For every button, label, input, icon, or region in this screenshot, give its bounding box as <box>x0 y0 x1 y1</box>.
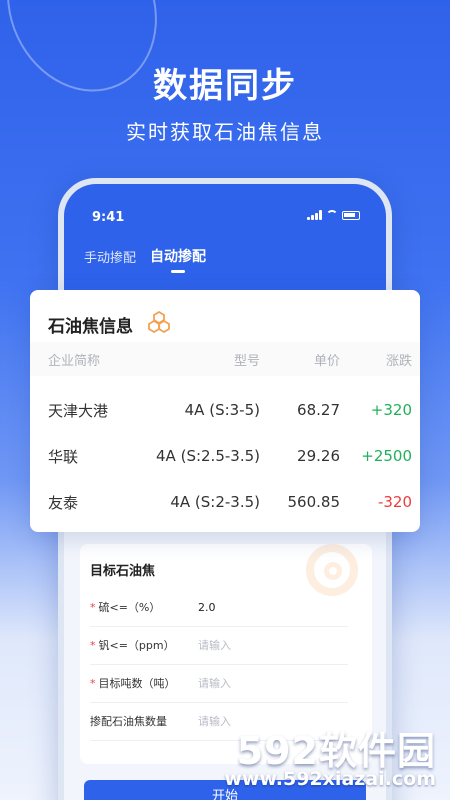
card-title: 石油焦信息 <box>48 317 133 337</box>
petroleum-coke-info-card: 石油焦信息 企业简称 型号 单价 涨跌 天津大港 4A (S:3-5) 68.2… <box>30 290 420 532</box>
company-cell: 友泰 <box>48 493 79 512</box>
table-header: 企业简称 型号 单价 涨跌 <box>30 342 420 376</box>
tab-auto-blend[interactable]: 自动掺配 <box>150 246 206 273</box>
target-tons-label: 目标吨数（吨） <box>98 677 176 690</box>
wifi-icon <box>326 210 338 220</box>
tab-manual-blend[interactable]: 手动掺配 <box>84 247 136 266</box>
change-cell: -320 <box>377 493 412 511</box>
vanadium-label: 钒<=（ppm） <box>98 639 175 652</box>
change-cell: +320 <box>370 401 412 419</box>
form-row-vanadium: * 钒<=（ppm） 请输入 <box>90 626 348 665</box>
required-mark: * <box>90 601 96 614</box>
battery-icon <box>342 210 360 220</box>
vanadium-input[interactable]: 请输入 <box>198 637 231 653</box>
mode-tabs: 手动掺配 自动掺配 <box>84 246 206 273</box>
site-watermark: 592软件园 www.592xiazai.com <box>220 720 440 794</box>
required-mark: * <box>90 677 96 690</box>
company-cell: 天津大港 <box>48 401 109 420</box>
watermark-brand: 592软件园 <box>236 729 436 773</box>
signal-icon <box>307 210 322 220</box>
watermark-url: www.592xiazai.com <box>224 768 436 790</box>
col-header-company: 企业简称 <box>48 353 101 369</box>
required-mark: * <box>90 639 96 652</box>
company-cell: 华联 <box>48 447 79 466</box>
sulfur-label: 硫<=（%） <box>98 601 161 614</box>
sulfur-input[interactable]: 2.0 <box>198 601 216 614</box>
hero-subtitle: 实时获取石油焦信息 <box>126 120 324 144</box>
form-row-target-tons: * 目标吨数（吨） 请输入 <box>90 664 348 703</box>
table-row[interactable]: 天津大港 4A (S:3-5) 68.27 +320 <box>30 387 420 433</box>
target-tons-input[interactable]: 请输入 <box>198 675 231 691</box>
change-cell: +2500 <box>361 447 412 465</box>
price-cell: 560.85 <box>287 493 341 511</box>
status-time: 9:41 <box>92 210 125 225</box>
form-row-sulfur: * 硫<=（%） 2.0 <box>90 588 348 627</box>
price-cell: 29.26 <box>297 447 340 465</box>
table-row[interactable]: 友泰 4A (S:2-3.5) 560.85 -320 <box>30 479 420 525</box>
model-cell: 4A (S:3-5) <box>184 401 260 419</box>
hexagon-cluster-icon <box>148 310 170 334</box>
col-header-model: 型号 <box>233 353 260 369</box>
hero-title: 数据同步 <box>153 66 297 106</box>
phone-header: 9:41 手动掺配 自动掺配 <box>64 184 386 304</box>
blend-count-label: 掺配石油焦数量 <box>90 715 167 728</box>
col-header-change: 涨跌 <box>385 353 412 369</box>
model-cell: 4A (S:2.5-3.5) <box>156 447 260 465</box>
model-cell: 4A (S:2-3.5) <box>170 493 260 511</box>
col-header-price: 单价 <box>313 353 340 369</box>
price-cell: 68.27 <box>297 401 340 419</box>
form-title: 目标石油焦 <box>90 564 156 579</box>
table-row[interactable]: 华联 4A (S:2.5-3.5) 29.26 +2500 <box>30 433 420 479</box>
status-icons <box>307 210 360 220</box>
